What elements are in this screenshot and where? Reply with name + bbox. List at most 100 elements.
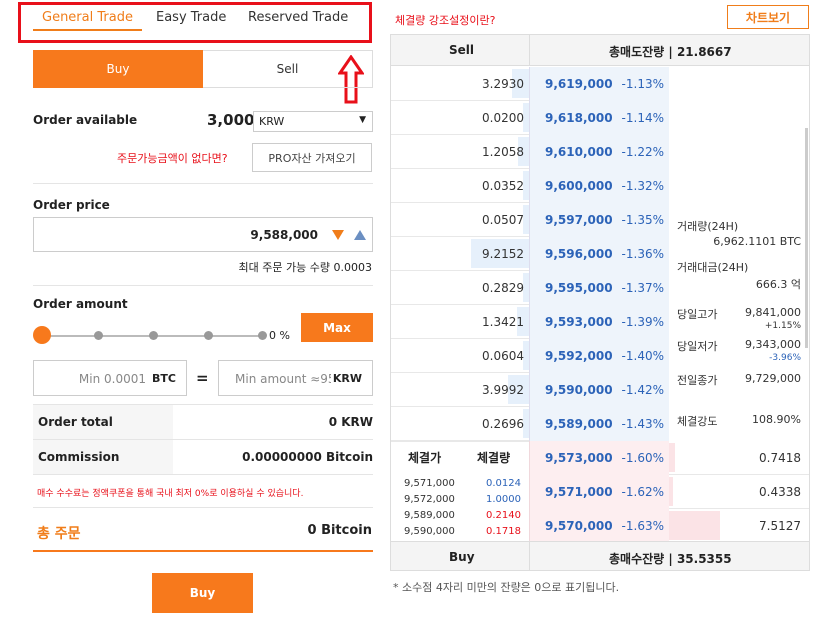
ask-row[interactable]: 3.9992 9,590,000 -1.42%	[391, 373, 669, 407]
ask-row[interactable]: 0.2829 9,595,000 -1.37%	[391, 271, 669, 305]
bid-change: -1.60%	[621, 451, 664, 465]
ask-qty: 3.9992	[482, 383, 524, 397]
buy-button[interactable]: Buy	[152, 573, 253, 613]
divider	[33, 285, 373, 286]
ask-change: -1.37%	[621, 281, 664, 295]
ask-price: 9,597,000	[545, 213, 613, 227]
pro-asset-button[interactable]: PRO자산 가져오기	[252, 143, 372, 172]
chart-view-button[interactable]: 차트보기	[727, 5, 809, 29]
ask-qty-cell: 1.2058	[391, 135, 529, 169]
ask-price-cell[interactable]: 9,595,000 -1.37%	[529, 271, 669, 305]
high-value: 9,841,000	[745, 306, 801, 319]
ask-row[interactable]: 3.2930 9,619,000 -1.13%	[391, 67, 669, 101]
bid-qty: 7.5127	[759, 519, 801, 533]
ask-qty: 1.2058	[482, 145, 524, 159]
ask-row[interactable]: 0.0507 9,597,000 -1.35%	[391, 203, 669, 237]
ask-price-cell[interactable]: 9,593,000 -1.39%	[529, 305, 669, 339]
ask-change: -1.32%	[621, 179, 664, 193]
trade-qty: 0.2140	[486, 510, 521, 521]
ask-price-cell[interactable]: 9,619,000 -1.13%	[529, 67, 669, 101]
bid-price: 9,571,000	[545, 485, 613, 499]
ask-price: 9,593,000	[545, 315, 613, 329]
price-decrease-icon[interactable]	[332, 230, 344, 240]
sell-column-header: Sell	[449, 43, 475, 57]
slider-percent: 0 %	[269, 329, 290, 342]
ask-qty-cell: 0.2696	[391, 407, 529, 441]
trade-value-value: 666.3 억	[755, 278, 801, 291]
bid-price: 9,570,000	[545, 519, 613, 533]
ask-price-cell[interactable]: 9,597,000 -1.35%	[529, 203, 669, 237]
total-sell-qty: 총매도잔량 | 21.8667	[609, 45, 732, 59]
ask-price-cell[interactable]: 9,610,000 -1.22%	[529, 135, 669, 169]
tab-reserved-trade[interactable]: Reserved Trade	[248, 10, 348, 25]
bid-price-cell[interactable]: 9,571,000 -1.62%	[529, 475, 669, 509]
bid-qty: 0.7418	[759, 451, 801, 465]
ask-price: 9,589,000	[545, 417, 613, 431]
orderbook-scrollbar[interactable]	[805, 128, 808, 348]
max-button[interactable]: Max	[301, 313, 373, 342]
trade-qty: 0.1718	[486, 526, 521, 537]
ask-row[interactable]: 1.2058 9,610,000 -1.22%	[391, 135, 669, 169]
ask-price-cell[interactable]: 9,600,000 -1.32%	[529, 169, 669, 203]
slider-handle[interactable]	[33, 326, 51, 344]
amount-btc-placeholder: Min 0.0001	[78, 372, 146, 386]
commission-label: Commission	[33, 440, 173, 474]
slider-stop-75[interactable]	[204, 331, 213, 340]
ask-change: -1.35%	[621, 213, 664, 227]
orderbook: Sell 총매도잔량 | 21.8667 3.2930 9,619,000 -1.1…	[390, 34, 810, 571]
ask-price: 9,619,000	[545, 77, 613, 91]
ask-row[interactable]: 0.0352 9,600,000 -1.32%	[391, 169, 669, 203]
bid-row[interactable]: 9,573,000 -1.60% 0.7418	[529, 441, 809, 475]
trade-qty-header: 체결량	[477, 451, 511, 465]
order-price-field[interactable]: 9,588,000	[33, 217, 373, 252]
trade-price-header: 체결가	[408, 451, 442, 465]
orderbook-header: Sell 총매도잔량 | 21.8667	[391, 35, 809, 66]
ask-change: -1.40%	[621, 349, 664, 363]
total-buy-qty: 총매수잔량 | 35.5355	[609, 552, 732, 566]
strength-value: 108.90%	[752, 413, 801, 426]
price-increase-icon[interactable]	[354, 230, 366, 240]
ask-qty-cell: 9.2152	[391, 237, 529, 271]
bid-row[interactable]: 9,570,000 -1.63% 7.5127	[529, 509, 809, 543]
currency-select[interactable]: KRW ▼	[253, 111, 373, 132]
ask-change: -1.22%	[621, 145, 664, 159]
tab-easy-trade[interactable]: Easy Trade	[156, 10, 226, 25]
ask-price-cell[interactable]: 9,596,000 -1.36%	[529, 237, 669, 271]
ask-qty: 0.0352	[482, 179, 524, 193]
bid-row[interactable]: 9,571,000 -1.62% 0.4338	[529, 475, 809, 509]
bid-price-cell[interactable]: 9,573,000 -1.60%	[529, 441, 669, 475]
slider-stop-100[interactable]	[258, 331, 267, 340]
ask-price-cell[interactable]: 9,590,000 -1.42%	[529, 373, 669, 407]
ask-row[interactable]: 9.2152 9,596,000 -1.36%	[391, 237, 669, 271]
amount-krw-placeholder: Min amount ≈959	[235, 372, 331, 386]
caret-down-icon: ▼	[359, 115, 366, 125]
slider-stop-25[interactable]	[94, 331, 103, 340]
ask-price: 9,600,000	[545, 179, 613, 193]
amount-krw-field[interactable]: Min amount ≈959 KRW	[218, 360, 373, 396]
strength-setting-link[interactable]: 체결량 강조설정이란?	[395, 12, 495, 28]
tab-general-trade[interactable]: General Trade	[42, 10, 133, 25]
ask-row[interactable]: 0.0604 9,592,000 -1.40%	[391, 339, 669, 373]
ask-price-cell[interactable]: 9,589,000 -1.43%	[529, 407, 669, 441]
ask-price-cell[interactable]: 9,618,000 -1.14%	[529, 101, 669, 135]
ask-row[interactable]: 1.3421 9,593,000 -1.39%	[391, 305, 669, 339]
sell-toggle[interactable]: Sell	[203, 50, 373, 88]
divider	[33, 183, 373, 184]
ask-qty-cell: 0.0200	[391, 101, 529, 135]
ask-change: -1.36%	[621, 247, 664, 261]
buy-toggle[interactable]: Buy	[33, 50, 203, 88]
pro-hint-link[interactable]: 주문가능금액이 없다면?	[117, 150, 228, 166]
amount-btc-field[interactable]: Min 0.0001 BTC	[33, 360, 187, 396]
max-qty-value: 0.0003	[333, 261, 373, 274]
order-amount-label: Order amount	[33, 297, 128, 311]
divider	[33, 474, 373, 475]
slider-stop-50[interactable]	[149, 331, 158, 340]
ask-row[interactable]: 0.0200 9,618,000 -1.14%	[391, 101, 669, 135]
bid-price-cell[interactable]: 9,570,000 -1.63%	[529, 509, 669, 543]
ask-qty: 0.2696	[482, 417, 524, 431]
ask-row[interactable]: 0.2696 9,589,000 -1.43%	[391, 407, 669, 441]
trade-qty: 1.0000	[486, 494, 521, 505]
divider	[529, 542, 530, 570]
grand-total-underline	[33, 550, 373, 552]
ask-price-cell[interactable]: 9,592,000 -1.40%	[529, 339, 669, 373]
